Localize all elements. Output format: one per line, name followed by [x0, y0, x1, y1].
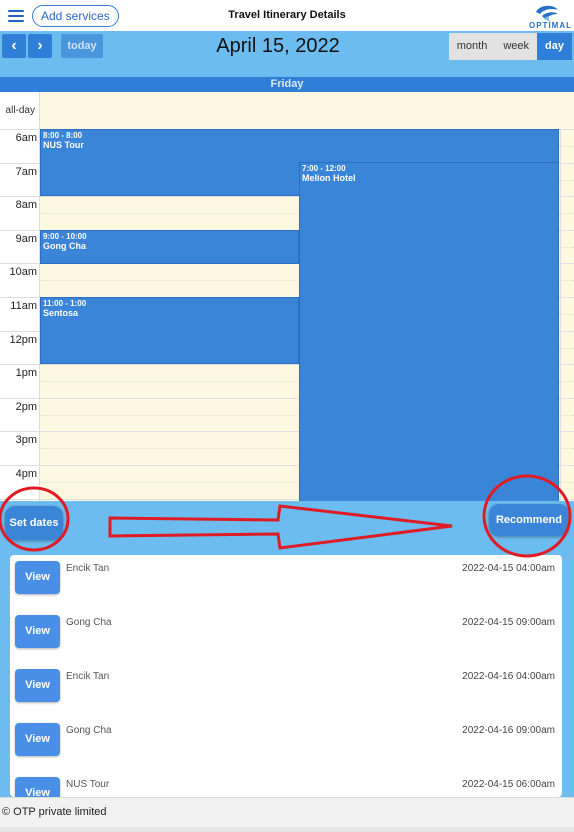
- item-datetime: 2022-04-15 04:00am: [462, 563, 555, 574]
- recommend-button[interactable]: Recommend: [489, 504, 569, 536]
- week-view-button[interactable]: week: [495, 33, 538, 60]
- view-button[interactable]: View: [15, 723, 60, 756]
- item-name: Gong Cha: [66, 617, 112, 628]
- set-dates-button[interactable]: Set dates: [5, 506, 63, 540]
- view-button[interactable]: View: [15, 669, 60, 702]
- toolbar-spacer: [0, 61, 574, 77]
- list-item: View Encik Tan 2022-04-16 04:00am: [10, 663, 562, 717]
- day-view-button[interactable]: day: [537, 33, 572, 60]
- itinerary-list[interactable]: View Encik Tan 2022-04-15 04:00am View G…: [10, 555, 562, 797]
- time-label: 2pm: [15, 401, 37, 413]
- calendar-toolbar: ‹ › today April 15, 2022 month week day: [0, 31, 574, 61]
- list-item: View NUS Tour 2022-04-15 06:00am: [10, 771, 562, 797]
- time-label: 11am: [10, 300, 37, 312]
- all-day-cell[interactable]: [40, 92, 574, 129]
- event-gong-cha[interactable]: 9:00 - 10:00 Gong Cha: [40, 230, 299, 264]
- itinerary-list-panel: View Encik Tan 2022-04-15 04:00am View G…: [0, 555, 574, 797]
- view-button[interactable]: View: [15, 615, 60, 648]
- list-item: View Gong Cha 2022-04-15 09:00am: [10, 609, 562, 663]
- time-label: 12pm: [9, 334, 37, 346]
- list-item: View Encik Tan 2022-04-15 04:00am: [10, 555, 562, 609]
- action-bar: Set dates Recommend: [0, 501, 574, 555]
- all-day-row: all-day: [0, 92, 574, 129]
- app-header: Add services Travel Itinerary Details OP…: [0, 0, 574, 32]
- time-label: 4pm: [15, 468, 37, 480]
- time-label: 6am: [15, 132, 37, 144]
- bottom-edge: [0, 827, 574, 832]
- item-datetime: 2022-04-15 09:00am: [462, 617, 555, 628]
- event-melion-hotel[interactable]: 7:00 - 12:00 Melion Hotel: [299, 162, 559, 501]
- item-name: Encik Tan: [66, 563, 110, 574]
- time-label: 3pm: [15, 434, 37, 446]
- event-title: NUS Tour: [43, 140, 84, 150]
- event-time: 9:00 - 10:00: [43, 232, 87, 241]
- day-column-header: Friday: [0, 77, 574, 92]
- event-time: 8:00 - 8:00: [43, 131, 83, 140]
- time-label: 10am: [9, 266, 37, 278]
- view-button[interactable]: View: [15, 777, 60, 797]
- event-title: Melion Hotel: [302, 173, 356, 183]
- event-time: 7:00 - 12:00: [302, 164, 346, 173]
- footer: © OTP private limited: [0, 797, 574, 827]
- item-datetime: 2022-04-16 09:00am: [462, 725, 555, 736]
- view-button[interactable]: View: [15, 561, 60, 594]
- item-name: Gong Cha: [66, 725, 112, 736]
- item-datetime: 2022-04-15 06:00am: [462, 779, 555, 790]
- event-sentosa[interactable]: 11:00 - 1:00 Sentosa: [40, 297, 299, 364]
- item-name: Encik Tan: [66, 671, 110, 682]
- grid-right-gutter: [560, 129, 574, 501]
- view-switcher: month week day: [448, 33, 572, 60]
- month-view-button[interactable]: month: [448, 33, 496, 60]
- page-title: Travel Itinerary Details: [228, 9, 346, 21]
- time-label: 1pm: [15, 367, 37, 379]
- time-label: 9am: [15, 233, 37, 245]
- event-title: Gong Cha: [43, 241, 86, 251]
- list-item: View Gong Cha 2022-04-16 09:00am: [10, 717, 562, 771]
- item-datetime: 2022-04-16 04:00am: [462, 671, 555, 682]
- event-title: Sentosa: [43, 308, 79, 318]
- time-grid[interactable]: 6am 7am 8am 9am 10am 11am 12pm 1pm 2pm 3pm 4pm 8:0…: [0, 129, 574, 501]
- event-time: 11:00 - 1:00: [43, 299, 87, 308]
- logo-text: OPTIMAL: [529, 21, 572, 30]
- item-name: NUS Tour: [66, 779, 110, 790]
- all-day-label: all-day: [0, 92, 40, 129]
- time-label: 8am: [15, 199, 37, 211]
- time-label: 7am: [15, 166, 37, 178]
